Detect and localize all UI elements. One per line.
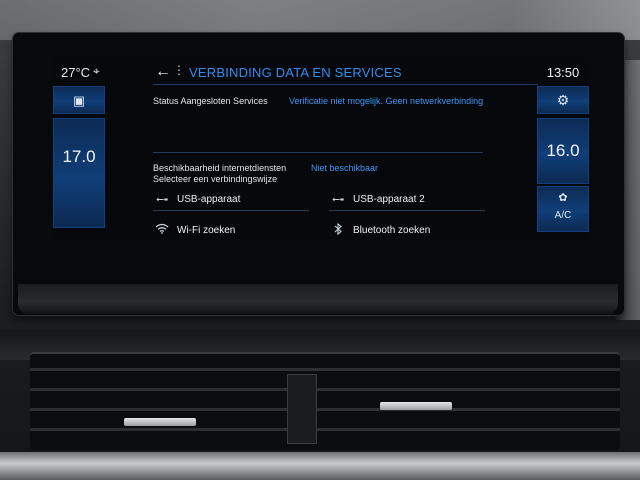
- bluetooth-search-button[interactable]: Bluetooth zoeken: [329, 219, 485, 239]
- location-pin-icon: ⌖: [93, 64, 100, 78]
- chrome-trim: [0, 452, 640, 480]
- usb-icon: ⭠⁃: [332, 193, 344, 205]
- right-climate-column: 13:50 ⚙ 16.0 ✿ A/C: [537, 58, 589, 239]
- back-arrow-icon[interactable]: ←: [155, 63, 171, 81]
- fan-icon: ✿: [558, 192, 568, 204]
- wifi-search-button[interactable]: Wi-Fi zoeken: [153, 219, 309, 239]
- bluetooth-search-label: Bluetooth zoeken: [353, 224, 431, 236]
- vent-slat: [30, 428, 620, 431]
- vent-adjuster-left: [124, 418, 196, 426]
- select-connection-label: Selecteer een verbindingswijze: [153, 174, 278, 184]
- wifi-search-label: Wi-Fi zoeken: [177, 224, 236, 236]
- driver-temperature-control[interactable]: 17.0: [53, 118, 105, 228]
- connectivity-panel: ← ⋮ VERBINDING DATA EN SERVICES Status A…: [111, 58, 538, 239]
- page-title: VERBINDING DATA EN SERVICES: [189, 65, 402, 80]
- vent-slat: [30, 368, 620, 371]
- vent-slat: [30, 388, 620, 391]
- screen-mirror-icon: ▣: [72, 93, 86, 108]
- infotainment-screen: 27°C ⌖ ▣ 17.0 ← ⋮ VERBINDING DATA EN SER…: [53, 58, 589, 239]
- availability-label: Beschikbaarheid internetdiensten: [153, 163, 287, 173]
- air-vent: [30, 352, 620, 450]
- clock: 13:50: [546, 65, 580, 80]
- gear-icon: ⚙: [556, 92, 570, 108]
- usb-icon: ⭠⁃: [156, 193, 168, 205]
- header-bar: ← ⋮ VERBINDING DATA EN SERVICES: [111, 58, 535, 84]
- usb-device-label: USB-apparaat: [177, 193, 241, 205]
- vent-divider: [287, 374, 317, 444]
- more-vertical-icon[interactable]: ⋮: [173, 63, 185, 77]
- vent-slat: [30, 408, 620, 411]
- passenger-temperature: 16.0: [546, 141, 580, 160]
- vent-adjuster-right: [380, 402, 452, 410]
- usb-device-button[interactable]: ⭠⁃ USB-apparaat: [153, 188, 309, 211]
- availability-value: Niet beschikbaar: [311, 163, 379, 173]
- settings-button[interactable]: ⚙: [537, 86, 589, 114]
- section-divider: [153, 152, 483, 153]
- wifi-icon: [153, 223, 171, 237]
- left-climate-column: 27°C ⌖ ▣ 17.0: [53, 58, 105, 239]
- passenger-temperature-control[interactable]: 16.0: [537, 118, 589, 184]
- bezel-lip: [18, 284, 618, 314]
- screen-mirror-button[interactable]: ▣: [53, 86, 105, 114]
- status-label: Status Aangesloten Services: [153, 96, 268, 106]
- header-divider: [153, 84, 538, 85]
- outside-temp-area: 27°C ⌖: [53, 58, 105, 82]
- usb-device-2-button[interactable]: ⭠⁃ USB-apparaat 2: [329, 188, 485, 211]
- outside-temperature: 27°C: [61, 65, 91, 80]
- ac-button[interactable]: ✿ A/C: [537, 186, 589, 232]
- ac-label: A/C: [554, 210, 572, 221]
- bluetooth-icon: [329, 222, 347, 238]
- status-value: Verificatie niet mogelijk. Geen netwerkv…: [289, 96, 484, 106]
- driver-temperature: 17.0: [62, 147, 96, 166]
- clock-area: 13:50: [537, 58, 589, 82]
- usb-device-2-label: USB-apparaat 2: [353, 193, 425, 205]
